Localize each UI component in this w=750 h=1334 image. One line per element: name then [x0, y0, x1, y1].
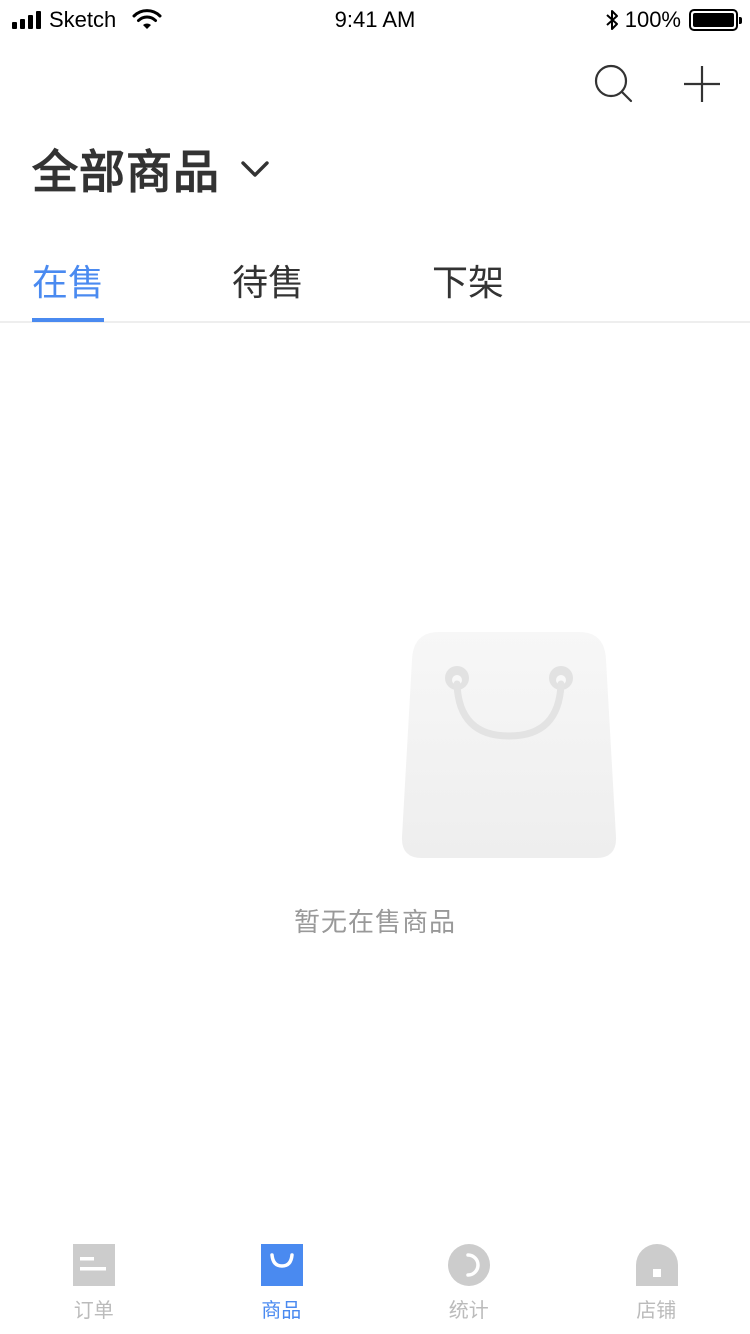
add-button[interactable]: [680, 62, 724, 106]
battery-percent: 100%: [624, 7, 681, 32]
battery-icon: [689, 9, 742, 31]
empty-state: 暂无在售商品: [0, 632, 750, 939]
tabbar-label-products: 商品: [261, 1298, 302, 1322]
tab-pending[interactable]: 待售: [232, 254, 304, 322]
chevron-down-icon: [241, 161, 269, 177]
tab-indicator: [32, 318, 104, 322]
shopping-bag-icon: [401, 632, 616, 858]
header-actions: [592, 62, 724, 106]
category-selector[interactable]: 全部商品: [32, 136, 270, 202]
status-bar: Sketch 9:41 AM 100%: [0, 0, 750, 40]
search-icon: [594, 64, 633, 103]
tabbar-item-stats[interactable]: 统计: [375, 1236, 563, 1334]
tabbar-label-stats: 统计: [448, 1298, 489, 1322]
orders-icon: [73, 1244, 115, 1286]
tabbar-label-orders: 订单: [73, 1298, 114, 1322]
store-icon: [635, 1244, 678, 1286]
bottom-tab-bar: 订单 商品 统计 店铺: [0, 1236, 750, 1334]
products-icon: [260, 1244, 303, 1286]
battery-fill: [693, 13, 734, 27]
tab-on-sale[interactable]: 在售: [32, 254, 104, 322]
status-right: 100%: [605, 6, 742, 34]
empty-message: 暂无在售商品: [293, 908, 456, 938]
page-title: 全部商品: [32, 145, 220, 199]
plus-icon: [684, 66, 720, 102]
stats-icon: [448, 1244, 490, 1286]
tabbar-label-store: 店铺: [636, 1298, 677, 1322]
tab-bar: 在售 待售 下架: [0, 240, 750, 323]
tabbar-item-orders[interactable]: 订单: [0, 1236, 188, 1334]
tabbar-item-products[interactable]: 商品: [188, 1236, 376, 1334]
bluetooth-icon: [606, 10, 618, 30]
search-button[interactable]: [592, 62, 636, 106]
tabbar-item-store[interactable]: 店铺: [563, 1236, 750, 1334]
tab-delisted[interactable]: 下架: [432, 254, 504, 322]
